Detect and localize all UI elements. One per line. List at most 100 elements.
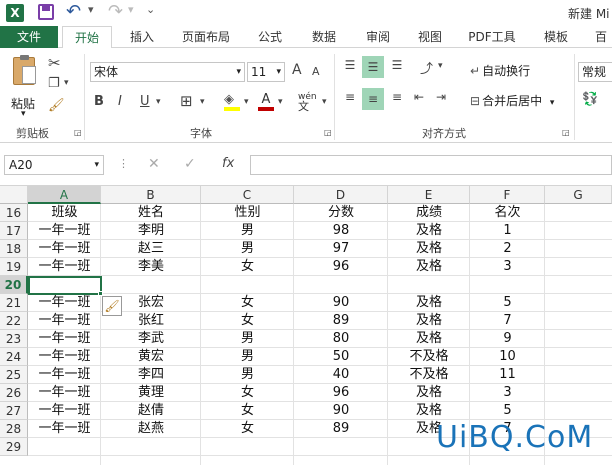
table-cell[interactable]: 赵三 bbox=[101, 240, 201, 258]
customize-qat-icon[interactable]: ⌄ bbox=[146, 3, 155, 16]
undo-icon[interactable]: ↶ bbox=[66, 1, 81, 22]
row-header[interactable]: 24 bbox=[0, 348, 28, 366]
table-cell[interactable]: 黄宏 bbox=[101, 348, 201, 366]
row-header[interactable]: 29 bbox=[0, 438, 28, 456]
table-cell[interactable]: 2 bbox=[470, 240, 545, 258]
row-header[interactable]: 25 bbox=[0, 366, 28, 384]
cancel-icon[interactable]: ✕ bbox=[148, 156, 160, 172]
row-header[interactable]: 23 bbox=[0, 330, 28, 348]
table-cell[interactable]: 一年一班 bbox=[28, 294, 101, 312]
table-cell[interactable]: 赵倩 bbox=[101, 402, 201, 420]
table-cell[interactable]: 分数 bbox=[294, 204, 388, 222]
table-cell[interactable] bbox=[101, 276, 201, 294]
redo-icon[interactable]: ↷ bbox=[108, 1, 123, 22]
align-left-icon[interactable]: ≡ bbox=[341, 90, 359, 108]
tab-file[interactable]: 文件 bbox=[0, 26, 58, 48]
table-cell[interactable] bbox=[294, 276, 388, 294]
font-color-dropdown-icon[interactable]: ▾ bbox=[278, 97, 283, 107]
table-cell[interactable]: 5 bbox=[470, 294, 545, 312]
format-painter-icon[interactable]: 🖌 bbox=[48, 98, 65, 113]
table-cell[interactable]: 一年一班 bbox=[28, 366, 101, 384]
table-cell[interactable]: 3 bbox=[470, 258, 545, 276]
row-header[interactable]: 27 bbox=[0, 402, 28, 420]
orientation-dropdown-icon[interactable]: ▾ bbox=[438, 61, 443, 71]
active-cell-selection[interactable] bbox=[28, 276, 102, 295]
table-cell[interactable]: 97 bbox=[294, 240, 388, 258]
currency-format-icon[interactable]: 💱 bbox=[582, 92, 598, 107]
tab-insert[interactable]: 插入 bbox=[120, 26, 164, 48]
row-header[interactable]: 19 bbox=[0, 258, 28, 276]
merge-center-button[interactable]: ⊟ 合并后居中 ▾ bbox=[470, 92, 554, 110]
table-cell[interactable]: 一年一班 bbox=[28, 222, 101, 240]
table-cell[interactable]: 女 bbox=[201, 294, 294, 312]
table-cell[interactable]: 成绩 bbox=[388, 204, 470, 222]
spreadsheet-grid[interactable]: A B C D E F G 16 班级 姓名 性别 分数 成绩 名次 17 一年一班 李明男 98 及… bbox=[0, 186, 612, 465]
table-cell[interactable]: 11 bbox=[470, 366, 545, 384]
table-cell[interactable]: 不及格 bbox=[388, 348, 470, 366]
fill-color-dropdown-icon[interactable]: ▾ bbox=[244, 97, 249, 107]
table-cell[interactable]: 一年一班 bbox=[28, 420, 101, 438]
table-cell[interactable]: 男 bbox=[201, 330, 294, 348]
number-format-select[interactable]: 常规 bbox=[578, 62, 612, 82]
decrease-indent-icon[interactable]: ⇤ bbox=[414, 90, 424, 104]
table-cell[interactable]: 一年一班 bbox=[28, 258, 101, 276]
table-cell[interactable]: 女 bbox=[201, 384, 294, 402]
table-cell[interactable]: 男 bbox=[201, 222, 294, 240]
table-cell[interactable]: 96 bbox=[294, 384, 388, 402]
clipboard-launcher-icon[interactable]: ◲ bbox=[74, 128, 82, 137]
table-cell[interactable]: 一年一班 bbox=[28, 384, 101, 402]
shrink-font-icon[interactable]: A bbox=[312, 65, 320, 78]
column-header-g[interactable]: G bbox=[545, 186, 612, 204]
paste-dropdown-icon[interactable]: ▾ bbox=[21, 109, 26, 119]
font-size-select[interactable]: 11 ▾ bbox=[247, 62, 285, 82]
table-cell[interactable]: 李四 bbox=[101, 366, 201, 384]
table-cell[interactable]: 40 bbox=[294, 366, 388, 384]
underline-dropdown-icon[interactable]: ▾ bbox=[156, 97, 161, 107]
table-cell[interactable]: 李美 bbox=[101, 258, 201, 276]
alignment-launcher-icon[interactable]: ◲ bbox=[562, 128, 570, 137]
table-cell[interactable]: 女 bbox=[201, 258, 294, 276]
table-cell[interactable]: 80 bbox=[294, 330, 388, 348]
table-cell[interactable]: 10 bbox=[470, 348, 545, 366]
table-cell[interactable]: 及格 bbox=[388, 222, 470, 240]
italic-button[interactable]: I bbox=[118, 94, 122, 109]
cut-icon[interactable]: ✂ bbox=[48, 54, 61, 72]
column-header-e[interactable]: E bbox=[388, 186, 470, 204]
column-header-f[interactable]: F bbox=[470, 186, 545, 204]
tab-pdf-tools[interactable]: PDF工具 bbox=[464, 26, 520, 48]
table-cell[interactable]: 50 bbox=[294, 348, 388, 366]
copy-icon[interactable]: ❐ bbox=[48, 76, 60, 91]
tab-review[interactable]: 审阅 bbox=[358, 26, 398, 48]
tab-data[interactable]: 数据 bbox=[304, 26, 344, 48]
tab-view[interactable]: 视图 bbox=[410, 26, 450, 48]
font-color-icon[interactable]: A bbox=[258, 92, 274, 111]
table-cell[interactable]: 90 bbox=[294, 294, 388, 312]
column-header-a[interactable]: A bbox=[28, 186, 101, 204]
align-top-icon[interactable]: ☰ bbox=[341, 58, 359, 76]
bold-button[interactable]: B bbox=[94, 94, 104, 109]
orientation-icon[interactable]: ⤴ bbox=[420, 58, 433, 77]
table-cell[interactable]: 96 bbox=[294, 258, 388, 276]
table-cell[interactable]: 姓名 bbox=[101, 204, 201, 222]
table-cell[interactable]: 男 bbox=[201, 366, 294, 384]
row-header[interactable]: 17 bbox=[0, 222, 28, 240]
row-header[interactable]: 18 bbox=[0, 240, 28, 258]
table-cell[interactable]: 一年一班 bbox=[28, 402, 101, 420]
save-icon[interactable] bbox=[38, 4, 54, 20]
formula-input[interactable] bbox=[250, 155, 612, 175]
column-header-d[interactable]: D bbox=[294, 186, 388, 204]
table-cell[interactable]: 一年一班 bbox=[28, 312, 101, 330]
table-cell[interactable] bbox=[201, 276, 294, 294]
paste-button[interactable]: 粘贴 ▾ bbox=[6, 54, 42, 119]
row-header[interactable]: 16 bbox=[0, 204, 28, 222]
insert-function-icon[interactable]: fx bbox=[222, 156, 234, 171]
align-bottom-icon[interactable]: ☰ bbox=[388, 58, 406, 76]
table-cell[interactable]: 一年一班 bbox=[28, 330, 101, 348]
column-header-c[interactable]: C bbox=[201, 186, 294, 204]
table-cell[interactable] bbox=[470, 276, 545, 294]
align-middle-icon[interactable]: ☰ bbox=[362, 56, 384, 78]
table-cell[interactable]: 及格 bbox=[388, 312, 470, 330]
align-center-icon[interactable]: ≡ bbox=[362, 88, 384, 110]
grow-font-icon[interactable]: A bbox=[292, 62, 302, 78]
tab-templates[interactable]: 模板 bbox=[536, 26, 576, 48]
